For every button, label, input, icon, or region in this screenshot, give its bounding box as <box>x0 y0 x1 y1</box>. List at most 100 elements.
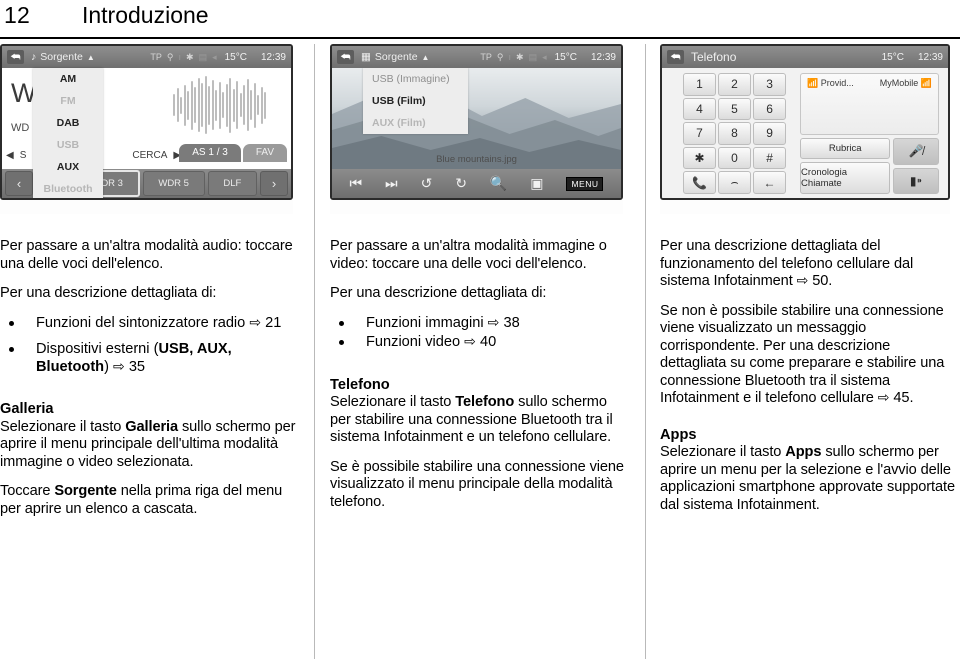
back-arrow-icon[interactable]: ⮪ <box>667 50 684 64</box>
key-9[interactable]: 9 <box>753 122 787 145</box>
source-dropdown-button[interactable]: ▦ Sorgente ▲ <box>361 51 429 63</box>
col3-paragraph-2: Se non è possibile stabilire una conness… <box>660 303 956 408</box>
source-dropdown-button[interactable]: ♪ Sorgente ▲ <box>31 51 95 63</box>
call-icon[interactable]: 📞 <box>683 171 717 194</box>
p1-b: . <box>828 273 833 289</box>
gallery-statusbar: ⮪ ▦ Sorgente ▲ TP ⚲ ı ✱ ▤ ◂ 15°C 12:39 <box>332 46 621 68</box>
temperature: 15°C <box>224 51 247 63</box>
source-label: Sorgente <box>40 51 83 63</box>
bullet-text-1: Funzioni immagini <box>366 314 488 331</box>
cronologia-chiamate-button[interactable]: Cronologia Chiamate <box>800 162 891 194</box>
key-hash[interactable]: # <box>753 146 787 170</box>
col1-paragraph-3: Selezionare il tasto Galleria sullo sche… <box>0 419 300 472</box>
dropdown-item-am[interactable]: AM <box>33 68 103 90</box>
bullet-text-2a: Dispositivi esterni ( <box>36 341 159 357</box>
image-filename: Blue mountains.jpg <box>436 154 517 165</box>
list-item: Funzioni immagini ⇨ 38 <box>330 315 628 333</box>
clock: 12:39 <box>917 51 943 63</box>
column-divider-2 <box>645 44 646 659</box>
list-item: Funzioni video ⇨ 40 <box>330 334 628 352</box>
temperature: 15°C <box>554 51 577 63</box>
tp-icon: TP <box>150 52 162 62</box>
key-8[interactable]: 8 <box>718 122 752 145</box>
list-item: Funzioni del sintonizzatore radio ⇨ 21 <box>0 315 300 333</box>
source-dropdown-list[interactable]: AM FM DAB USB AUX Bluetooth <box>33 68 103 198</box>
column-1: ⮪ ♪ Sorgente ▲ TP ⚲ ı ✱ ▤ ◂ 15°C 12:39 W… <box>0 44 300 659</box>
preset-3[interactable]: WDR 5 <box>142 171 205 196</box>
next-track-icon[interactable]: ⏭ <box>385 175 398 192</box>
status-icons: TP ⚲ ı ✱ ▤ ◂ <box>480 52 554 63</box>
dropdown-item-usb-immagine[interactable]: USB (Immagine) <box>363 68 468 90</box>
info-icon: ı <box>178 52 182 62</box>
key-3[interactable]: 3 <box>753 73 787 96</box>
p2-b: . <box>909 390 914 406</box>
rotate-left-icon[interactable]: ↺ <box>421 175 433 192</box>
page-ref-1: ⇨ 50 <box>796 273 829 289</box>
gallery-toolbar: ⏮ ⏭ ↺ ↻ 🔍 ▣ MENU <box>332 169 621 198</box>
slideshow-icon[interactable]: ▣ <box>530 175 543 192</box>
col2-paragraph-3: Selezionare il tasto Telefono sullo sche… <box>330 394 628 447</box>
back-arrow-icon[interactable]: ⮪ <box>337 50 354 64</box>
seek-label: CERCA <box>132 149 168 161</box>
page-ref-1: ⇨ 21 <box>249 314 282 331</box>
key-2[interactable]: 2 <box>718 73 752 96</box>
key-asterisk[interactable]: ✱ <box>683 146 717 170</box>
dropdown-item-usb-film[interactable]: USB (Film) <box>363 90 468 112</box>
dropdown-item-usb[interactable]: USB <box>33 134 103 156</box>
dropdown-item-bluetooth[interactable]: Bluetooth <box>33 178 103 198</box>
provider-left: 📶 Provid... <box>807 78 854 88</box>
col2-paragraph-4: Se è possibile stabilire una connessione… <box>330 458 624 510</box>
page-ref-2: ⇨ 40 <box>464 334 497 350</box>
back-arrow-icon[interactable]: ⮪ <box>7 50 24 64</box>
key-5[interactable]: 5 <box>718 97 752 121</box>
gallery-source-dropdown-list[interactable]: USB (Immagine) USB (Film) AUX (Film) <box>363 68 468 134</box>
dropdown-item-fm[interactable]: FM <box>33 90 103 112</box>
dropdown-item-dab[interactable]: DAB <box>33 112 103 134</box>
radio-statusbar: ⮪ ♪ Sorgente ▲ TP ⚲ ı ✱ ▤ ◂ 15°C 12:39 <box>2 46 291 68</box>
key-7[interactable]: 7 <box>683 122 717 145</box>
sim-icon: ▤ <box>528 51 538 62</box>
mic-mute-icon[interactable]: 🎤̸ <box>893 138 939 165</box>
preset-next-button[interactable]: › <box>260 171 288 196</box>
clock: 12:39 <box>260 51 286 63</box>
tab-as[interactable]: AS 1 / 3 <box>179 144 241 162</box>
dropdown-item-aux-film[interactable]: AUX (Film) <box>363 112 468 134</box>
p4-bold: Sorgente <box>54 483 117 499</box>
zoom-icon[interactable]: 🔍 <box>490 175 507 192</box>
gallery-image-area: Blue mountains.jpg USB (Immagine) USB (F… <box>332 68 621 169</box>
prev-seek-icon[interactable]: ◀ <box>6 150 14 161</box>
page-header: 12 Introduzione <box>0 0 960 40</box>
col3-paragraph-3: Selezionare il tasto Apps sullo schermo … <box>660 444 956 514</box>
col3-heading-apps: Apps <box>660 426 697 443</box>
page-ref-number-2: 35 <box>128 358 146 375</box>
preset-prev-button[interactable]: ‹ <box>5 171 33 196</box>
page-ref-number-2: 45 <box>893 390 910 406</box>
key-6[interactable]: 6 <box>753 97 787 121</box>
phone-action-buttons: Rubrica Cronologia Chiamate 🎤̸ ▮⁍ <box>800 138 939 194</box>
key-1[interactable]: 1 <box>683 73 717 96</box>
gallery-icon: ▦ <box>361 51 371 63</box>
waveform-visualizer <box>173 74 277 136</box>
phone-screenshot: ⮪ Telefono 15°C 12:39 1 2 3 4 5 6 7 8 9 … <box>660 44 950 214</box>
tab-fav[interactable]: FAV <box>242 144 287 162</box>
antenna-icon: ⚲ <box>496 51 504 62</box>
prev-track-icon[interactable]: ⏮ <box>349 175 362 192</box>
bluetooth-icon: ✱ <box>516 51 524 62</box>
battery-icon[interactable]: ▮⁍ <box>893 167 939 194</box>
p1-a: Per una descrizione dettagliata del funz… <box>660 238 914 289</box>
gallery-menu-chip[interactable]: MENU <box>566 176 604 191</box>
dropdown-item-aux[interactable]: AUX <box>33 156 103 178</box>
backspace-icon[interactable]: ← <box>753 171 787 194</box>
radio-tabs: AS 1 / 3 FAV <box>179 144 287 162</box>
temperature: 15°C <box>881 51 904 63</box>
preset-4[interactable]: DLF <box>207 171 257 196</box>
radio-row-left-label: S <box>19 149 27 161</box>
key-4[interactable]: 4 <box>683 97 717 121</box>
rotate-right-icon[interactable]: ↻ <box>455 175 467 192</box>
header-rule <box>0 37 960 39</box>
gallery-screen: ⮪ ▦ Sorgente ▲ TP ⚲ ı ✱ ▤ ◂ 15°C 12:39 B… <box>330 44 623 200</box>
rubrica-button[interactable]: Rubrica <box>800 138 891 159</box>
radio-station-sub: WD <box>11 122 30 134</box>
key-0[interactable]: 0 <box>718 146 752 170</box>
hangup-icon[interactable]: ⌢ <box>718 171 752 194</box>
